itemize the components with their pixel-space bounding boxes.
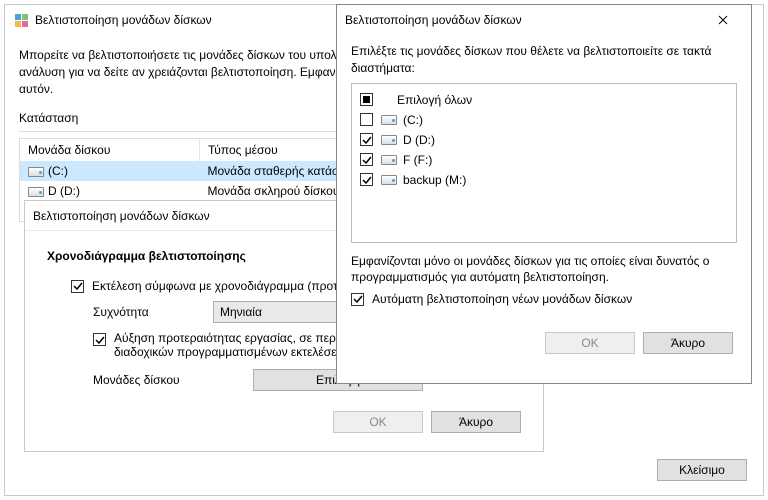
auto-optimize-row: Αυτόματη βελτιστοποίηση νέων μονάδων δίσ… <box>351 292 737 306</box>
drive-label: backup (M:) <box>403 173 466 187</box>
drive-checkbox[interactable] <box>360 173 373 186</box>
select-drives-dialog: Βελτιστοποίηση μονάδων δίσκων Επιλέξτε τ… <box>336 4 752 384</box>
frequency-label: Συχνότητα <box>93 305 203 319</box>
drive-icon <box>381 155 397 165</box>
drives-listbox[interactable]: Επιλογή όλων (C:) D (D:) F (F:) backup ( <box>351 83 737 243</box>
priority-checkbox[interactable] <box>93 333 106 346</box>
cancel-button[interactable]: Άκυρο <box>643 332 733 354</box>
drive-icon <box>28 187 44 197</box>
drives-label: Μονάδες δίσκου <box>93 373 203 387</box>
list-item[interactable]: (C:) <box>360 110 728 130</box>
optimize-drives-icon <box>13 12 29 28</box>
drive-checkbox[interactable] <box>360 113 373 126</box>
drive-checkbox[interactable] <box>360 153 373 166</box>
list-item[interactable]: backup (M:) <box>360 170 728 190</box>
drive-name: (C:) <box>48 164 68 178</box>
select-all-label: Επιλογή όλων <box>397 93 472 107</box>
ok-button[interactable]: OK <box>545 332 635 354</box>
auto-optimize-checkbox[interactable] <box>351 293 364 306</box>
run-on-schedule-checkbox[interactable] <box>71 280 84 293</box>
close-button[interactable]: Κλείσιμο <box>657 459 747 481</box>
drive-icon <box>381 175 397 185</box>
select-all-item[interactable]: Επιλογή όλων <box>360 90 728 110</box>
list-item[interactable]: F (F:) <box>360 150 728 170</box>
select-titlebar: Βελτιστοποίηση μονάδων δίσκων <box>337 5 751 35</box>
drive-icon <box>381 115 397 125</box>
col-drive[interactable]: Μονάδα δίσκου <box>20 139 200 162</box>
select-note: Εμφανίζονται μόνο οι μονάδες δίσκων για … <box>351 253 737 287</box>
select-all-checkbox[interactable] <box>360 93 373 106</box>
auto-optimize-label: Αυτόματη βελτιστοποίηση νέων μονάδων δίσ… <box>372 292 632 306</box>
drive-label: (C:) <box>403 113 423 127</box>
drive-name: D (D:) <box>48 184 80 198</box>
frequency-value: Μηνιαία <box>220 305 262 319</box>
cancel-button[interactable]: Άκυρο <box>431 411 521 433</box>
select-content: Επιλέξτε τις μονάδες δίσκων που θέλετε ν… <box>337 35 751 368</box>
base-close-row: Κλείσιμο <box>657 459 747 481</box>
schedule-button-row: OK Άκυρο <box>43 411 525 433</box>
close-button[interactable] <box>703 5 743 35</box>
ok-button[interactable]: OK <box>333 411 423 433</box>
drive-icon <box>381 135 397 145</box>
drive-checkbox[interactable] <box>360 133 373 146</box>
drive-label: D (D:) <box>403 133 435 147</box>
select-button-row: OK Άκυρο <box>351 332 737 354</box>
run-on-schedule-label: Εκτέλεση σύμφωνα με χρονοδιάγραμμα (προτ… <box>92 279 375 293</box>
drive-icon <box>28 167 44 177</box>
list-item[interactable]: D (D:) <box>360 130 728 150</box>
select-title: Βελτιστοποίηση μονάδων δίσκων <box>345 13 703 27</box>
drive-label: F (F:) <box>403 153 432 167</box>
select-prompt: Επιλέξτε τις μονάδες δίσκων που θέλετε ν… <box>351 43 737 77</box>
